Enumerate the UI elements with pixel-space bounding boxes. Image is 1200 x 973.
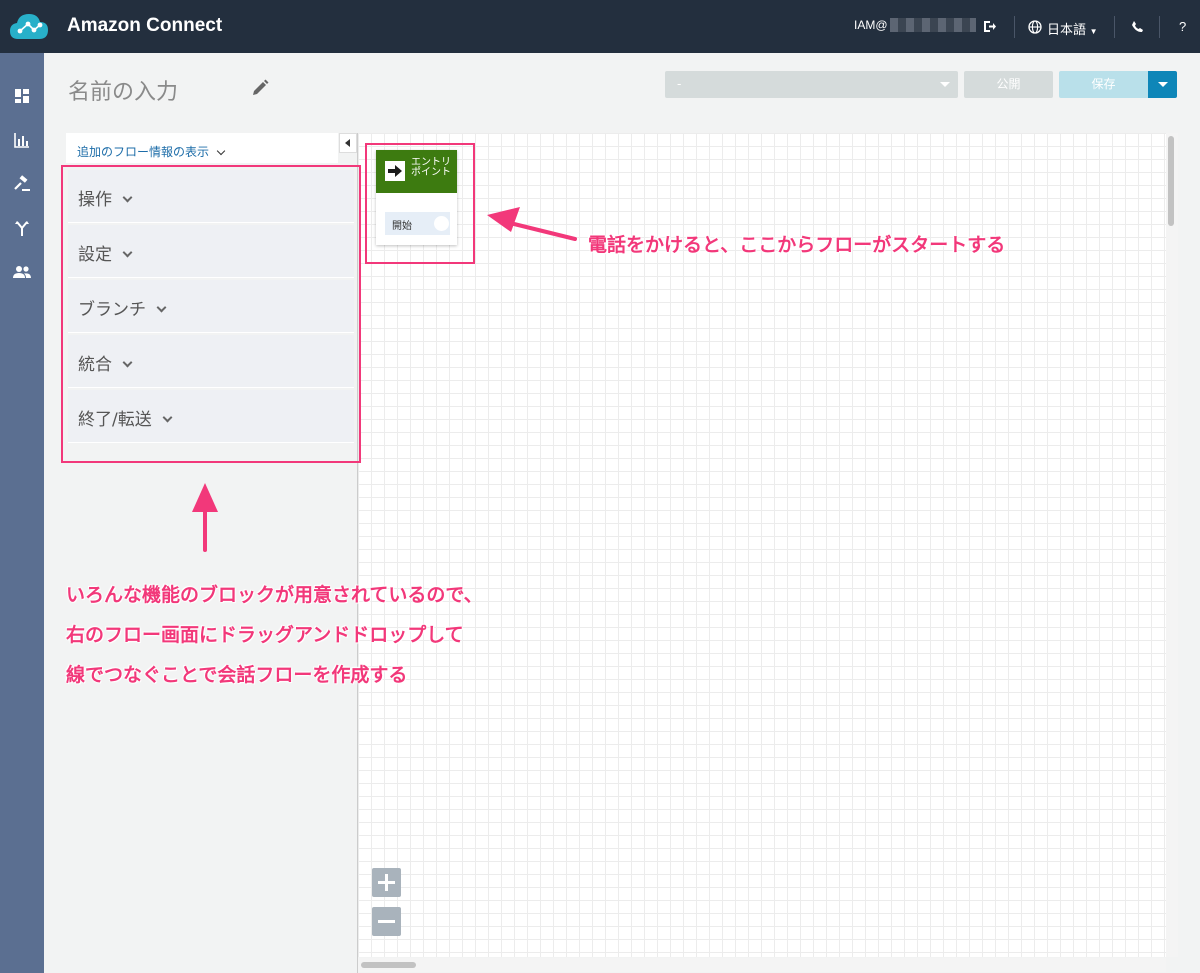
annotation-arrows [192,207,577,552]
arrow-to-blocks-icon [192,483,218,552]
annotation-entry-note: 電話をかけると、ここからフローがスタートする [588,234,1006,256]
annotation-blocks-note-line1: いろんな機能のブロックが用意されているので、 [66,584,483,606]
arrow-to-entry-icon [487,207,577,241]
annotation-blocks-note-line3: 線でつなぐことで会話フローを作成する [66,664,408,686]
annotation-blocks-note-line2: 右のフロー画面にドラッグアンドドロップして [66,624,464,646]
